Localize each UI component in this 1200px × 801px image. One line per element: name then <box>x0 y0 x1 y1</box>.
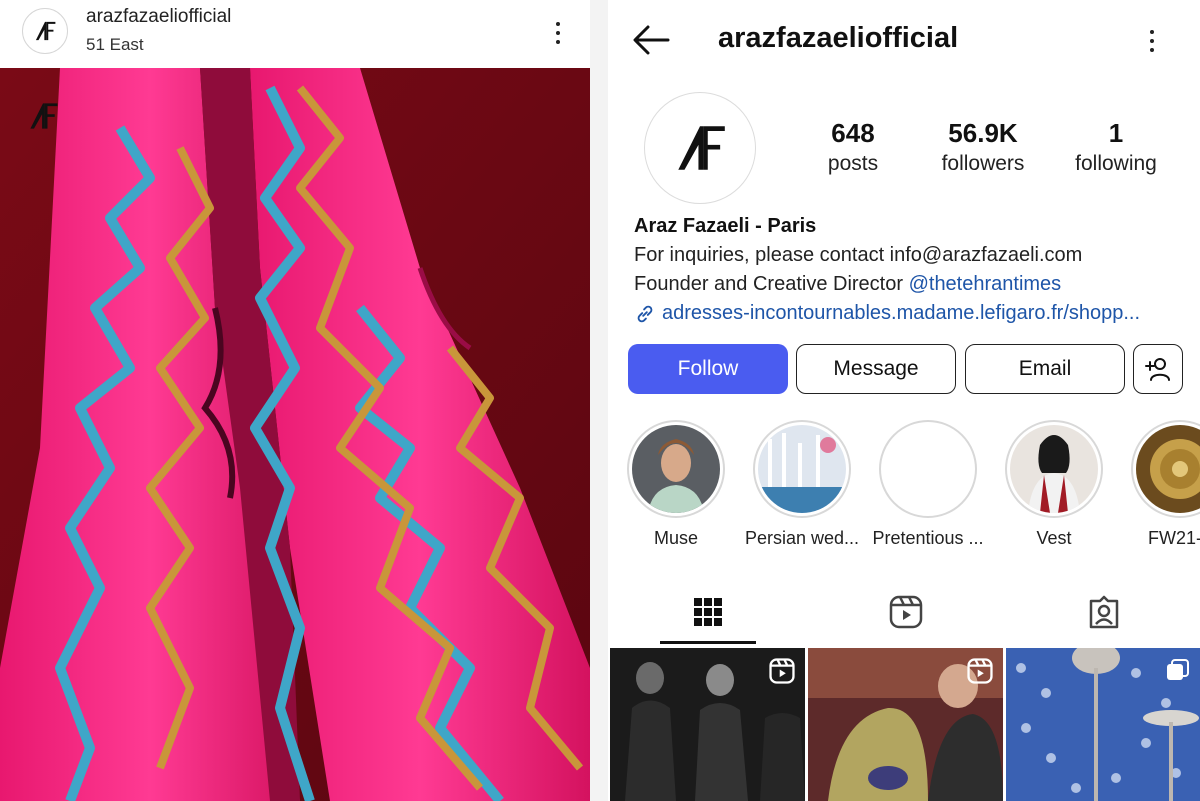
bio-url-text: adresses-incontournables.madame.lefigaro… <box>662 302 1141 324</box>
grid-post[interactable] <box>610 648 805 801</box>
mention-link[interactable]: @thetehrantimes <box>909 273 1062 295</box>
pane-divider <box>590 0 608 801</box>
highlight-label: Vest <box>1036 528 1072 548</box>
profile-avatar[interactable] <box>644 92 756 204</box>
posts-label: posts <box>827 152 879 175</box>
grid-post[interactable] <box>1006 648 1200 801</box>
profile-tabs <box>608 580 1200 644</box>
highlight-pretentious[interactable]: Pretentious ... <box>868 420 988 549</box>
brand-logo-icon <box>30 103 58 129</box>
profile-view: arazfazaeliofficial 648 posts 56.9K foll… <box>608 0 1200 801</box>
highlight-thumb <box>1010 425 1098 513</box>
reel-icon <box>967 658 993 689</box>
profile-bio: Araz Fazaeli - Paris For inquiries, plea… <box>634 212 1194 328</box>
highlight-vest[interactable]: Vest <box>994 420 1114 549</box>
highlight-label: Persian wed... <box>744 528 860 548</box>
embroidered-fabric-photo <box>0 68 590 801</box>
highlight-thumb <box>1136 425 1200 513</box>
brand-logo-icon <box>35 21 56 41</box>
follow-button[interactable]: Follow <box>628 344 788 394</box>
bio-line-founder: Founder and Creative Director @thetehran… <box>634 270 1194 299</box>
stat-posts[interactable]: 648 posts <box>813 117 893 179</box>
tab-posts-grid[interactable] <box>660 580 756 644</box>
posts-count: 648 <box>831 118 875 148</box>
highlight-label: FW21-2 <box>1147 528 1200 548</box>
carousel-icon <box>1165 658 1191 689</box>
post-avatar[interactable] <box>22 8 68 54</box>
highlight-thumb <box>758 425 846 513</box>
more-options-icon[interactable] <box>1142 24 1162 56</box>
brand-logo-icon <box>678 126 725 170</box>
grid-icon <box>694 598 722 626</box>
email-button[interactable]: Email <box>965 344 1125 394</box>
highlight-thumb <box>632 425 720 513</box>
post-image[interactable] <box>0 68 590 801</box>
tagged-icon <box>1089 595 1119 629</box>
reels-icon <box>889 595 923 629</box>
tab-tagged[interactable] <box>1056 580 1152 644</box>
link-icon <box>634 303 656 325</box>
back-button[interactable] <box>632 22 672 58</box>
highlight-muse[interactable]: Muse <box>616 420 736 549</box>
bio-line-contact: For inquiries, please contact info@arazf… <box>634 244 1083 266</box>
active-tab-indicator <box>660 641 756 644</box>
profile-handle: arazfazaeliofficial <box>718 22 959 54</box>
bio-name: Araz Fazaeli - Paris <box>634 215 817 237</box>
following-label: following <box>1075 152 1157 175</box>
followers-label: followers <box>941 152 1025 175</box>
watermark-logo <box>25 96 61 136</box>
bio-url[interactable]: adresses-incontournables.madame.lefigaro… <box>634 299 1194 328</box>
highlight-fw21[interactable]: FW21-2 <box>1120 420 1200 549</box>
highlight-label: Pretentious ... <box>872 528 984 548</box>
stat-followers[interactable]: 56.9K followers <box>928 117 1038 179</box>
message-button[interactable]: Message <box>796 344 956 394</box>
stat-following[interactable]: 1 following <box>1066 117 1166 179</box>
post-username[interactable]: arazfazaeliofficial <box>86 6 231 28</box>
following-count: 1 <box>1108 118 1124 148</box>
grid-post[interactable] <box>808 648 1003 801</box>
arrow-left-icon <box>633 25 670 55</box>
tab-reels[interactable] <box>858 580 954 644</box>
more-options-icon[interactable] <box>548 18 568 48</box>
profile-top-bar: arazfazaeliofficial <box>608 0 1200 80</box>
post-view: arazfazaeliofficial 51 East <box>0 0 590 801</box>
highlight-thumb <box>884 425 972 513</box>
highlight-persian-wedding[interactable]: Persian wed... <box>742 420 862 549</box>
posts-grid <box>610 648 1200 801</box>
highlight-label: Muse <box>653 528 698 548</box>
bio-founder-text: Founder and Creative Director <box>634 273 909 295</box>
followers-count: 56.9K <box>948 118 1018 148</box>
add-user-icon <box>1145 358 1170 381</box>
post-header: arazfazaeliofficial 51 East <box>0 0 590 68</box>
add-user-button[interactable] <box>1133 344 1183 394</box>
reel-icon <box>769 658 795 689</box>
story-highlights: Muse Persian wed... Pretentious ... Vest… <box>608 420 1200 550</box>
post-location[interactable]: 51 East <box>86 35 144 55</box>
